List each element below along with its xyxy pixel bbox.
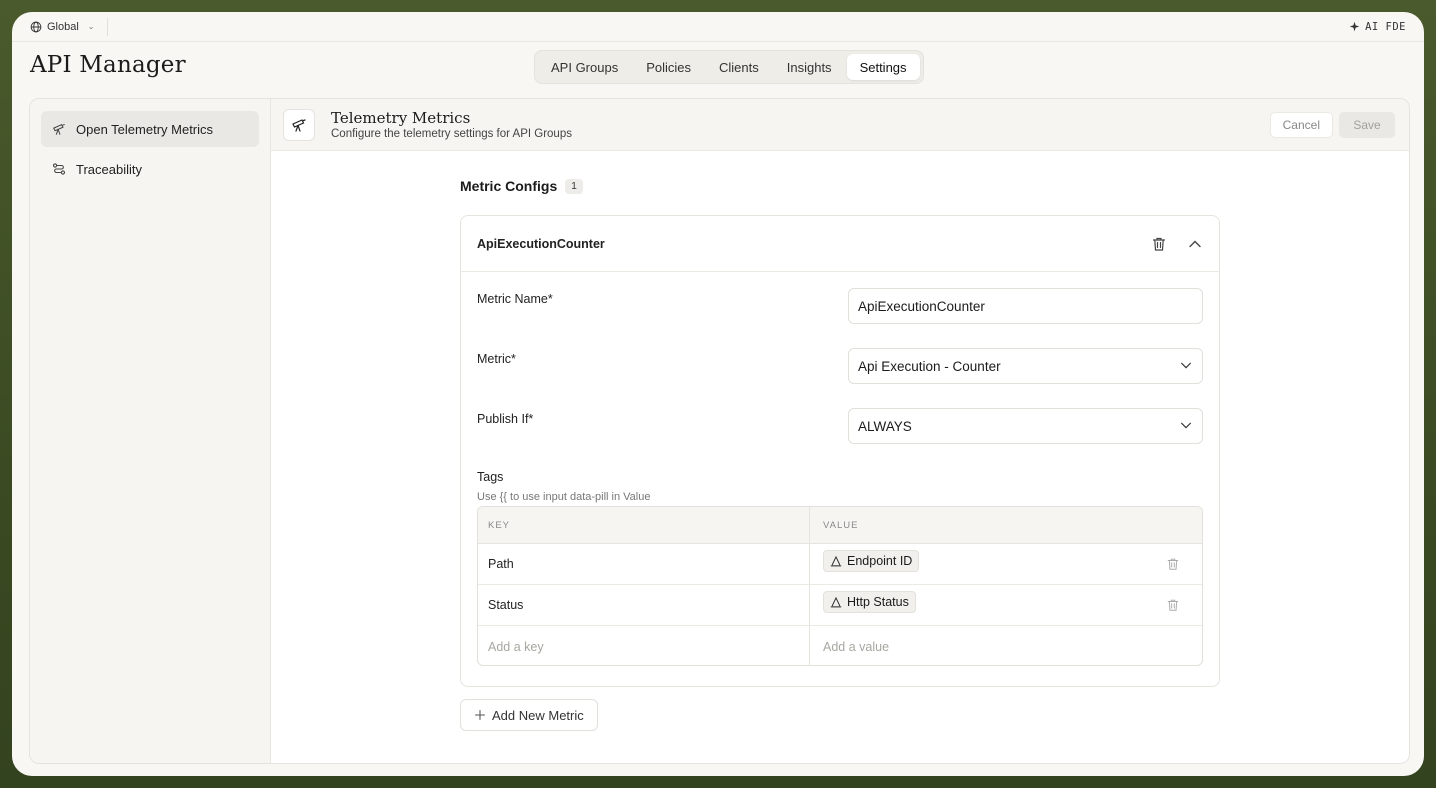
chevron-down-icon: ⌄ xyxy=(87,22,95,31)
metric-configs-heading: Metric Configs xyxy=(460,178,558,194)
section-title: Telemetry Metrics xyxy=(331,109,471,127)
route-icon xyxy=(52,163,66,175)
column-header-value: VALUE xyxy=(823,519,859,531)
publish-if-select[interactable]: ALWAYS xyxy=(848,408,1203,444)
table-row-new: Add a key Add a value xyxy=(478,626,1202,665)
count-badge: 1 xyxy=(565,178,583,194)
tab-policies[interactable]: Policies xyxy=(633,54,704,80)
add-new-metric-label: Add New Metric xyxy=(492,707,584,723)
plus-icon xyxy=(474,709,486,721)
settings-sidebar: Open Telemetry Metrics Traceability xyxy=(30,99,271,763)
chevron-down-icon xyxy=(1181,422,1191,428)
sidebar-item-label: Traceability xyxy=(76,161,142,177)
metric-name-row: Metric Name* ApiExecutionCounter xyxy=(477,288,1203,328)
trash-icon[interactable] xyxy=(1166,598,1180,612)
sidebar-item-label: Open Telemetry Metrics xyxy=(76,121,214,137)
ai-fde-label: AI FDE xyxy=(1365,20,1406,33)
app-header: API Manager API Groups Policies Clients … xyxy=(12,42,1424,98)
data-pill[interactable]: Http Status xyxy=(823,591,916,613)
table-row: Status Http Status xyxy=(478,585,1202,626)
metric-name-label: Metric Name* xyxy=(477,292,553,306)
metric-card: ApiExecutionCounter Metric Name* ApiExec… xyxy=(460,215,1220,687)
chevron-down-icon xyxy=(1181,362,1191,368)
section-subtitle: Configure the telemetry settings for API… xyxy=(331,128,572,140)
tab-api-groups[interactable]: API Groups xyxy=(538,54,631,80)
tags-table-header: KEY VALUE xyxy=(478,507,1202,544)
publish-if-label: Publish If* xyxy=(477,412,534,426)
data-pill-label: Endpoint ID xyxy=(847,554,913,568)
app-window: Global ⌄ AI FDE API Manager API Groups P… xyxy=(12,12,1424,776)
trash-icon[interactable] xyxy=(1166,557,1180,571)
sparkle-icon xyxy=(1349,21,1360,32)
save-button[interactable]: Save xyxy=(1339,111,1395,138)
metric-configs: Metric Configs 1 ApiExecutionCounter Met… xyxy=(460,175,1220,687)
column-header-key: KEY xyxy=(478,507,810,543)
telescope-icon xyxy=(292,118,306,132)
settings-main: Telemetry Metrics Configure the telemetr… xyxy=(271,99,1409,763)
metric-card-header[interactable]: ApiExecutionCounter xyxy=(461,216,1219,272)
tag-value-cell[interactable]: Endpoint ID xyxy=(810,544,1202,584)
metric-name-value: ApiExecutionCounter xyxy=(858,298,985,314)
tags-table: KEY VALUE Path Endpoint ID Status Http S… xyxy=(477,506,1203,666)
tag-value-cell[interactable]: Http Status xyxy=(810,585,1202,625)
table-row: Path Endpoint ID xyxy=(478,544,1202,585)
metric-name-input[interactable]: ApiExecutionCounter xyxy=(848,288,1203,324)
section-header: Telemetry Metrics Configure the telemetr… xyxy=(271,99,1409,151)
globe-icon xyxy=(30,21,42,32)
metric-configs-title: Metric Configs 1 xyxy=(460,175,1220,197)
publish-if-value: ALWAYS xyxy=(858,418,912,434)
tab-clients[interactable]: Clients xyxy=(706,54,772,80)
trash-icon[interactable] xyxy=(1151,236,1167,252)
text-type-icon xyxy=(830,555,842,567)
top-bar: Global ⌄ AI FDE xyxy=(12,12,1424,42)
sidebar-item-open-telemetry-metrics[interactable]: Open Telemetry Metrics xyxy=(41,111,259,147)
tags-label: Tags xyxy=(477,470,504,484)
sidebar-item-traceability[interactable]: Traceability xyxy=(41,151,259,187)
app-title: API Manager xyxy=(30,52,186,78)
publish-if-row: Publish If* ALWAYS xyxy=(477,408,1203,448)
metric-label: Metric* xyxy=(477,352,516,366)
metric-select[interactable]: Api Execution - Counter xyxy=(848,348,1203,384)
ai-fde-button[interactable]: AI FDE xyxy=(1349,21,1406,33)
text-type-icon xyxy=(830,596,842,608)
data-pill-label: Http Status xyxy=(847,595,909,609)
tab-insights[interactable]: Insights xyxy=(774,54,845,80)
add-new-metric-button[interactable]: Add New Metric xyxy=(460,699,598,731)
settings-panel: Open Telemetry Metrics Traceability Tele… xyxy=(29,98,1410,764)
main-tabs: API Groups Policies Clients Insights Set… xyxy=(534,50,924,84)
chevron-up-icon[interactable] xyxy=(1187,236,1203,252)
tag-key-cell[interactable]: Status xyxy=(478,585,810,625)
tags-hint: Use {{ to use input data-pill in Value xyxy=(477,491,651,503)
data-pill[interactable]: Endpoint ID xyxy=(823,550,920,572)
metric-card-title: ApiExecutionCounter xyxy=(477,236,605,251)
scope-selector[interactable]: Global ⌄ xyxy=(30,17,108,36)
cancel-button[interactable]: Cancel xyxy=(1269,111,1333,138)
metric-value: Api Execution - Counter xyxy=(858,358,1001,374)
metric-row: Metric* Api Execution - Counter xyxy=(477,348,1203,388)
add-key-input[interactable]: Add a key xyxy=(478,626,810,665)
tag-key-cell[interactable]: Path xyxy=(478,544,810,584)
tab-settings[interactable]: Settings xyxy=(846,54,920,80)
add-value-input[interactable]: Add a value xyxy=(810,626,1202,665)
section-icon xyxy=(283,108,315,141)
scope-label: Global xyxy=(47,20,79,33)
telescope-icon xyxy=(53,123,65,135)
